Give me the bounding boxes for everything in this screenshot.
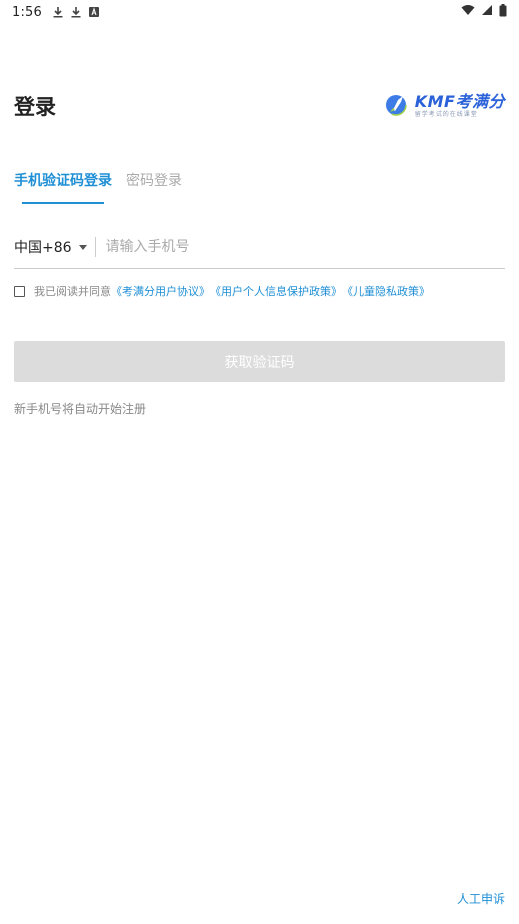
header: 登录 KMF考满分 留学考试的在线课堂	[14, 86, 505, 126]
wifi-icon	[461, 4, 475, 20]
brand-logo: KMF考满分 留学考试的在线课堂	[383, 92, 505, 120]
login-screen: 1:56 登录 KMF考满分 留学考试的在线课堂 手机验证码登录 密码登录 中国…	[0, 0, 519, 924]
status-icons-right	[461, 3, 507, 21]
register-hint: 新手机号将自动开始注册	[14, 402, 147, 416]
country-code-label: 中国+86	[14, 240, 72, 256]
chevron-down-icon	[78, 244, 87, 250]
phone-row: 中国+86	[14, 226, 505, 269]
link-children-privacy[interactable]: 《儿童隐私政策》	[342, 283, 430, 299]
agreement-checkbox[interactable]	[14, 285, 25, 297]
signal-icon	[481, 4, 493, 20]
status-icons-left	[52, 6, 100, 18]
country-code-selector[interactable]: 中国+86	[14, 237, 87, 257]
get-code-button[interactable]: 获取验证码	[14, 341, 505, 382]
status-bar: 1:56	[0, 0, 519, 24]
battery-icon	[499, 3, 507, 21]
brand-text: KMF考满分 留学考试的在线课堂	[415, 94, 505, 118]
tab-sms-login[interactable]: 手机验证码登录	[14, 170, 112, 204]
login-tabs: 手机验证码登录 密码登录	[14, 170, 182, 204]
download-icon	[52, 6, 64, 18]
agreement-prefix: 我已阅读并同意	[34, 285, 111, 298]
agreement-row: 我已阅读并同意 《考满分用户协议》 《用户个人信息保护政策》 《儿童隐私政策》	[14, 283, 505, 299]
download-icon	[70, 6, 82, 18]
page-title: 登录	[14, 95, 56, 119]
divider	[94, 237, 96, 257]
brand-subtitle: 留学考试的在线课堂	[414, 111, 478, 118]
rocket-icon	[383, 92, 411, 120]
tab-password-login[interactable]: 密码登录	[126, 170, 182, 204]
status-time: 1:56	[12, 4, 42, 20]
link-privacy-policy[interactable]: 《用户个人信息保护政策》	[210, 283, 342, 299]
appeal-link[interactable]: 人工申诉	[457, 890, 505, 907]
brand-name: KMF考满分	[414, 92, 505, 111]
phone-input[interactable]	[103, 238, 505, 256]
font-a-icon	[88, 6, 100, 18]
link-user-agreement[interactable]: 《考满分用户协议》	[111, 283, 210, 299]
